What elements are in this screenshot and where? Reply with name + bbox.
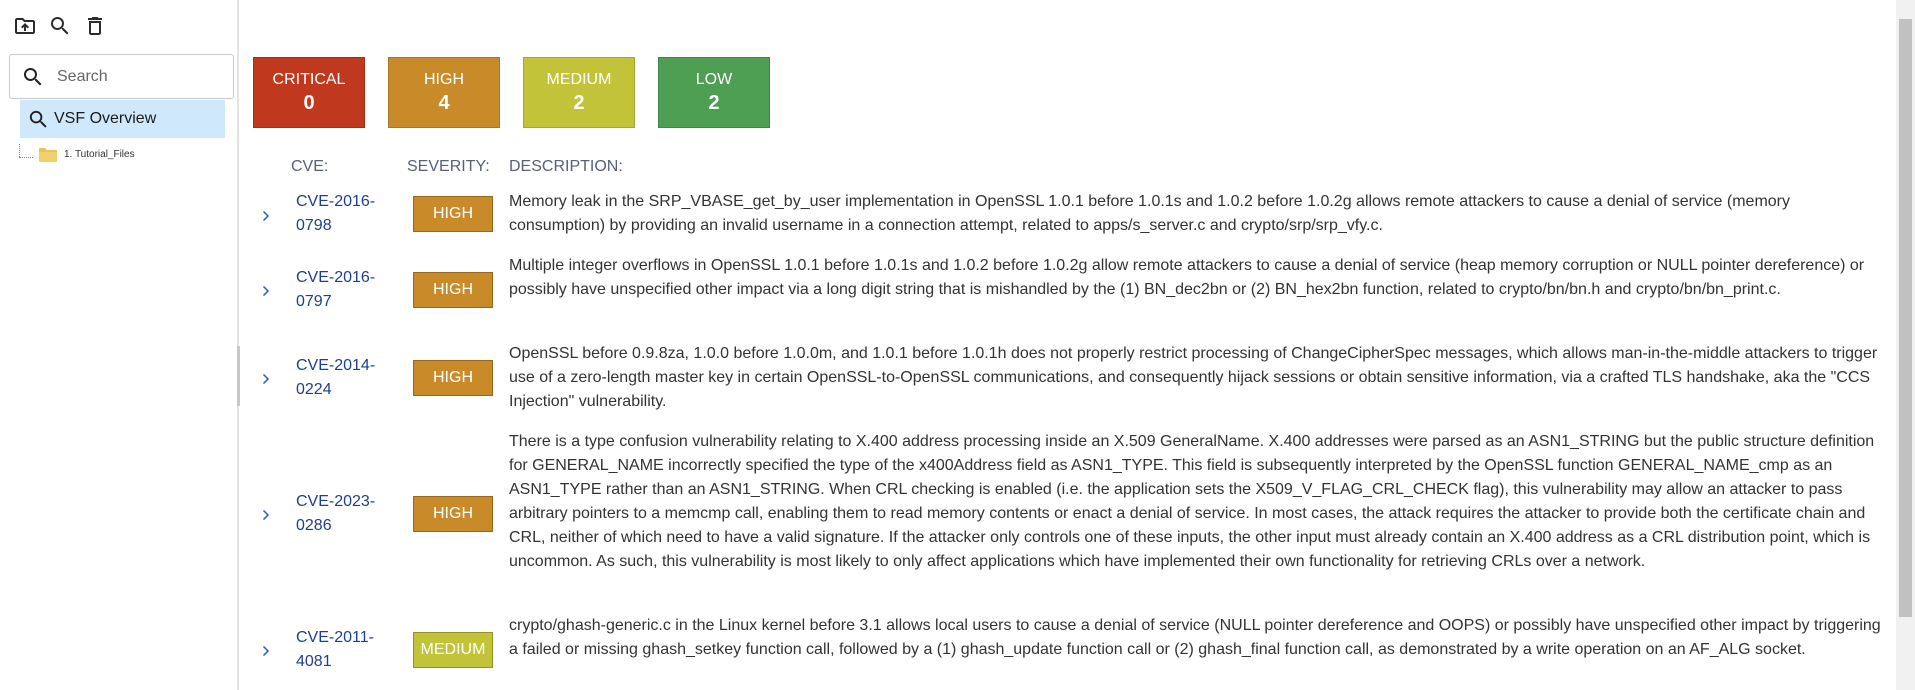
column-header-description: DESCRIPTION:: [509, 158, 623, 175]
severity-summary: CRITICAL 0 HIGH 4 MEDIUM 2 LOW 2: [253, 57, 770, 128]
cve-link[interactable]: CVE-2016-0797: [296, 266, 386, 314]
sidebar: VSF Overview 1. Tutorial_Files: [0, 0, 239, 690]
low-count-card[interactable]: LOW 2: [658, 57, 770, 128]
card-label: HIGH: [424, 70, 464, 88]
table-row: CVE-2011-4081 MEDIUM crypto/ghash-generi…: [241, 614, 1891, 686]
cve-link[interactable]: CVE-2023-0286: [296, 490, 386, 538]
cve-description: Memory leak in the SRP_VBASE_get_by_user…: [509, 193, 1790, 234]
sidebar-search-box: [9, 54, 234, 99]
chevron-right-icon[interactable]: [258, 507, 274, 523]
high-count-card[interactable]: HIGH 4: [388, 57, 500, 128]
critical-count-card[interactable]: CRITICAL 0: [253, 57, 365, 128]
severity-badge: MEDIUM: [413, 632, 493, 668]
search-icon: [27, 107, 51, 131]
tree-item-label: 1. Tutorial_Files: [64, 148, 135, 160]
chevron-right-icon[interactable]: [258, 208, 274, 224]
cve-link[interactable]: CVE-2011-4081: [296, 626, 386, 674]
table-row: CVE-2016-0798 HIGH Memory leak in the SR…: [241, 190, 1891, 238]
sidebar-item-vsf-overview[interactable]: VSF Overview: [20, 100, 225, 138]
table-row: CVE-2016-0797 HIGH Multiple integer over…: [241, 254, 1891, 326]
card-label: MEDIUM: [546, 70, 612, 88]
cve-description: Multiple integer overflows in OpenSSL 1.…: [509, 257, 1865, 298]
column-header-cve: CVE:: [291, 158, 329, 175]
card-label: LOW: [695, 70, 733, 88]
folder-icon: [39, 147, 57, 162]
cve-description: There is a type confusion vulnerability …: [509, 433, 1875, 570]
severity-badge: HIGH: [413, 496, 493, 532]
scrollbar-thumb[interactable]: [1899, 19, 1912, 617]
card-count: 2: [573, 91, 585, 114]
medium-count-card[interactable]: MEDIUM 2: [523, 57, 635, 128]
column-header-severity: SEVERITY:: [407, 158, 490, 175]
sidebar-item-label: VSF Overview: [54, 110, 157, 127]
severity-badge: HIGH: [413, 360, 493, 396]
cve-link[interactable]: CVE-2014-0224: [296, 354, 386, 402]
table-row: CVE-2023-0286 HIGH There is a type confu…: [241, 430, 1891, 598]
cve-link[interactable]: CVE-2016-0798: [296, 190, 386, 238]
chevron-right-icon[interactable]: [258, 371, 274, 387]
table-row: CVE-2014-0224 HIGH OpenSSL before 0.9.8z…: [241, 342, 1891, 414]
cve-description: OpenSSL before 0.9.8za, 1.0.0 before 1.0…: [509, 345, 1878, 410]
main-content: CRITICAL 0 HIGH 4 MEDIUM 2 LOW 2 CVE: SE…: [241, 0, 1895, 690]
tree-item-tutorial-files[interactable]: 1. Tutorial_Files: [14, 144, 135, 164]
search-input[interactable]: [57, 67, 227, 86]
card-label: CRITICAL: [272, 70, 346, 88]
card-count: 0: [303, 91, 315, 114]
search-icon: [21, 64, 47, 90]
upload-folder-icon[interactable]: [12, 13, 38, 39]
search-icon[interactable]: [47, 13, 73, 39]
card-count: 2: [708, 91, 720, 114]
severity-badge: HIGH: [413, 272, 493, 308]
tree-connector: [14, 144, 36, 164]
chevron-right-icon[interactable]: [258, 643, 274, 659]
cve-description: crypto/ghash-generic.c in the Linux kern…: [509, 617, 1881, 658]
severity-badge: HIGH: [413, 196, 493, 232]
vertical-scrollbar[interactable]: [1896, 0, 1915, 690]
sidebar-resize-handle[interactable]: [237, 346, 240, 406]
chevron-right-icon[interactable]: [258, 283, 274, 299]
trash-icon[interactable]: [82, 13, 108, 39]
sidebar-toolbar: [12, 13, 108, 39]
card-count: 4: [438, 91, 450, 114]
